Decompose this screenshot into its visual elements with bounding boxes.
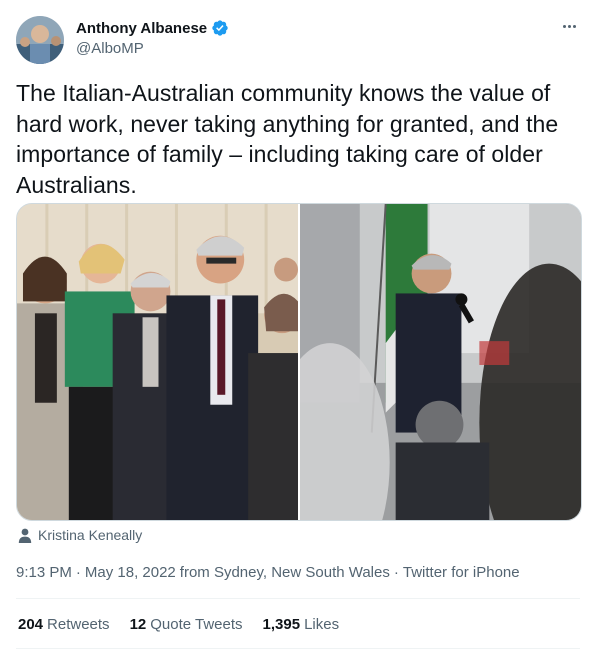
tweet-media: [16, 203, 582, 521]
retweets-label: Retweets: [47, 616, 110, 633]
avatar-image: [16, 16, 64, 64]
quotes-label: Quote Tweets: [150, 616, 243, 633]
author-name-row: Anthony Albanese: [76, 19, 229, 37]
tagged-person-name[interactable]: Kristina Keneally: [38, 527, 142, 543]
meta-separator: ·: [393, 564, 399, 581]
likes-stat[interactable]: 1,395 Likes: [263, 616, 340, 633]
tweet-stats: 204 Retweets 12 Quote Tweets 1,395 Likes: [18, 616, 339, 633]
quotes-count: 12: [129, 616, 147, 633]
speech-photo-image: [300, 204, 581, 520]
verified-badge-icon: [212, 20, 228, 36]
tweet-text: The Italian-Australian community knows t…: [16, 80, 559, 198]
more-options-icon[interactable]: [558, 16, 580, 36]
photo-speech[interactable]: [300, 204, 581, 520]
tweet-source[interactable]: Twitter for iPhone: [403, 564, 520, 581]
person-icon: [18, 528, 32, 543]
tweet-meta: 9:13 PM · May 18, 2022 from Sydney, New …: [16, 564, 520, 581]
photo-group[interactable]: [17, 204, 298, 520]
group-photo-image: [17, 204, 298, 520]
retweets-stat[interactable]: 204 Retweets: [18, 616, 110, 633]
tweet-time[interactable]: 9:13 PM: [16, 564, 72, 581]
tweet-location: from Sydney, New South Wales: [179, 564, 390, 581]
likes-label: Likes: [304, 616, 340, 633]
divider: [16, 598, 580, 599]
author-handle[interactable]: @AlboMP: [76, 40, 144, 57]
tagged-people: Kristina Keneally: [18, 527, 142, 543]
divider: [16, 648, 580, 649]
meta-separator: ·: [75, 564, 81, 581]
tweet-date[interactable]: May 18, 2022: [85, 564, 176, 581]
likes-count: 1,395: [262, 616, 301, 633]
retweets-count: 204: [18, 616, 44, 633]
quote-tweets-stat[interactable]: 12 Quote Tweets: [130, 616, 243, 633]
author-name[interactable]: Anthony Albanese: [76, 20, 207, 37]
avatar[interactable]: [16, 16, 64, 64]
